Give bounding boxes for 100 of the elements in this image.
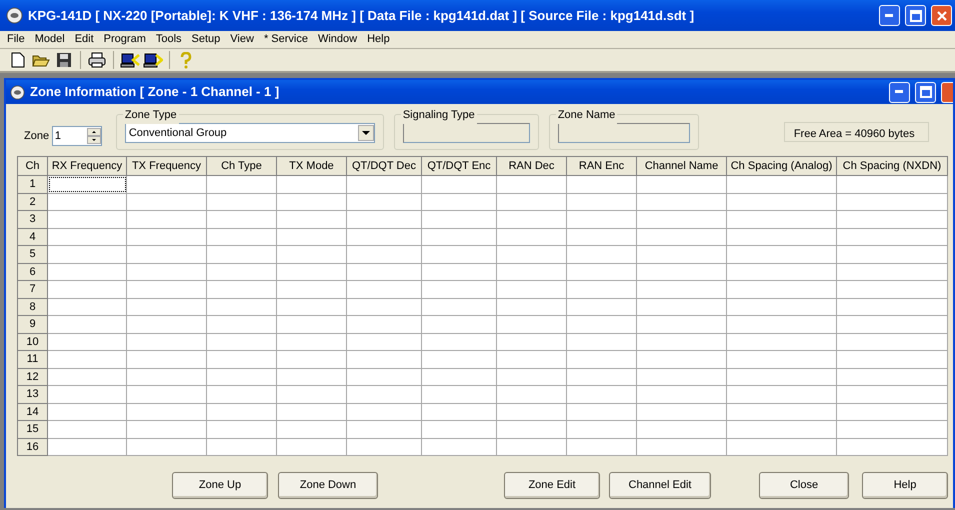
table-cell[interactable]: [126, 386, 206, 403]
table-cell[interactable]: [726, 210, 836, 228]
table-cell[interactable]: [206, 350, 276, 368]
table-cell[interactable]: [636, 228, 726, 246]
table-cell[interactable]: [346, 350, 422, 368]
table-cell[interactable]: [636, 298, 726, 316]
table-cell[interactable]: [496, 368, 566, 386]
table-cell[interactable]: [276, 246, 346, 263]
menu-item[interactable]: Program: [98, 31, 151, 48]
signaling-type-field[interactable]: [402, 123, 530, 143]
table-cell[interactable]: [566, 210, 636, 228]
table-cell[interactable]: [636, 438, 726, 456]
table-cell[interactable]: [636, 368, 726, 386]
menu-item[interactable]: Tools: [150, 31, 187, 48]
table-cell[interactable]: [726, 193, 836, 210]
table-cell[interactable]: [726, 420, 836, 438]
row-header[interactable]: 15: [18, 420, 48, 438]
table-cell[interactable]: [422, 386, 496, 403]
table-cell[interactable]: [346, 333, 422, 350]
table-cell[interactable]: [48, 298, 126, 316]
table-cell[interactable]: [126, 280, 206, 298]
table-cell[interactable]: [566, 193, 636, 210]
table-cell[interactable]: [726, 298, 836, 316]
menu-item[interactable]: View: [225, 31, 259, 48]
row-header[interactable]: 6: [18, 263, 48, 280]
table-cell[interactable]: [48, 350, 126, 368]
table-cell[interactable]: [726, 316, 836, 333]
printer-icon[interactable]: [87, 50, 107, 70]
table-cell[interactable]: [836, 333, 948, 350]
table-cell[interactable]: [346, 228, 422, 246]
table-cell[interactable]: [726, 176, 836, 193]
table-cell[interactable]: [496, 210, 566, 228]
table-cell[interactable]: [422, 228, 496, 246]
table-cell[interactable]: [636, 280, 726, 298]
table-cell[interactable]: [726, 350, 836, 368]
table-cell[interactable]: [126, 420, 206, 438]
table-cell[interactable]: [276, 420, 346, 438]
zone-name-field[interactable]: [558, 123, 690, 143]
table-cell[interactable]: [566, 263, 636, 280]
table-cell[interactable]: [726, 386, 836, 403]
table-cell[interactable]: [276, 403, 346, 420]
table-cell[interactable]: [276, 386, 346, 403]
table-cell[interactable]: [422, 316, 496, 333]
table-cell[interactable]: [422, 280, 496, 298]
table-cell[interactable]: [422, 263, 496, 280]
close-button[interactable]: [941, 82, 953, 102]
column-header[interactable]: QT/DQT Dec: [346, 156, 422, 176]
table-cell[interactable]: [726, 368, 836, 386]
row-header[interactable]: 12: [18, 368, 48, 386]
table-cell[interactable]: [566, 403, 636, 420]
table-cell[interactable]: [422, 350, 496, 368]
table-cell[interactable]: [566, 386, 636, 403]
column-header[interactable]: Ch Spacing (NXDN): [836, 156, 948, 176]
table-cell[interactable]: [126, 210, 206, 228]
table-cell[interactable]: [836, 316, 948, 333]
menu-item[interactable]: Model: [30, 31, 70, 48]
table-cell[interactable]: [206, 438, 276, 456]
table-cell[interactable]: [836, 193, 948, 210]
table-cell[interactable]: [126, 246, 206, 263]
table-cell[interactable]: [48, 386, 126, 403]
table-cell[interactable]: [836, 210, 948, 228]
table-cell[interactable]: [636, 193, 726, 210]
table-cell[interactable]: [422, 246, 496, 263]
column-header[interactable]: RAN Dec: [496, 156, 566, 176]
table-cell[interactable]: [636, 263, 726, 280]
table-cell[interactable]: [346, 210, 422, 228]
table-cell[interactable]: [206, 228, 276, 246]
table-cell[interactable]: [566, 280, 636, 298]
table-cell[interactable]: [422, 420, 496, 438]
table-cell[interactable]: [836, 176, 948, 193]
table-cell[interactable]: [126, 350, 206, 368]
table-cell[interactable]: [422, 298, 496, 316]
table-cell[interactable]: [496, 316, 566, 333]
table-cell[interactable]: [422, 193, 496, 210]
table-cell[interactable]: [126, 228, 206, 246]
table-cell[interactable]: [496, 438, 566, 456]
table-cell[interactable]: [836, 386, 948, 403]
column-header[interactable]: Channel Name: [636, 156, 726, 176]
spinner-arrows-icon[interactable]: [86, 128, 101, 144]
menu-item[interactable]: Help: [362, 31, 395, 48]
table-cell[interactable]: [836, 280, 948, 298]
menu-item[interactable]: Edit: [70, 31, 99, 48]
table-cell[interactable]: [496, 246, 566, 263]
table-cell[interactable]: [836, 420, 948, 438]
table-cell[interactable]: [206, 316, 276, 333]
table-cell[interactable]: [206, 193, 276, 210]
table-cell[interactable]: [346, 298, 422, 316]
table-cell[interactable]: [566, 228, 636, 246]
zone-spinner[interactable]: 1: [52, 126, 102, 146]
table-cell[interactable]: [206, 246, 276, 263]
table-cell[interactable]: [126, 438, 206, 456]
table-cell[interactable]: [636, 386, 726, 403]
table-cell[interactable]: [48, 210, 126, 228]
table-cell[interactable]: [48, 246, 126, 263]
table-cell[interactable]: [206, 420, 276, 438]
table-cell[interactable]: [48, 228, 126, 246]
table-cell[interactable]: [48, 316, 126, 333]
row-header[interactable]: 2: [18, 193, 48, 210]
table-cell[interactable]: [836, 298, 948, 316]
table-cell[interactable]: [126, 263, 206, 280]
